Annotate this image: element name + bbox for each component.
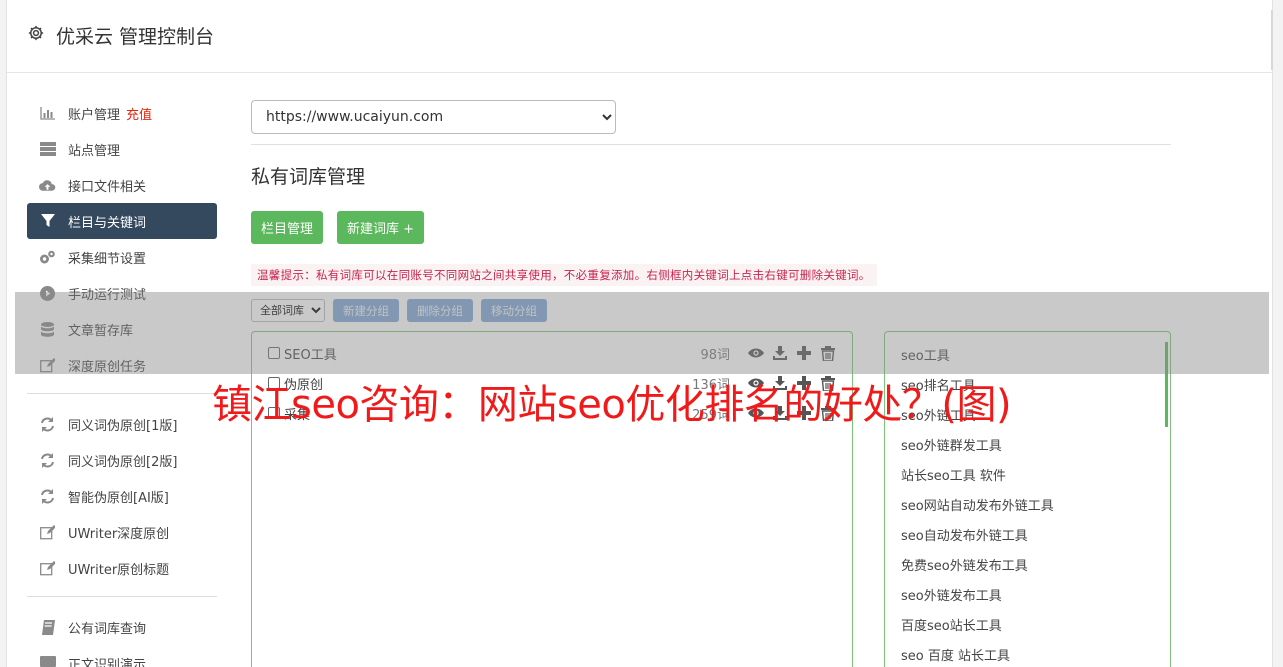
gear-icon [28,25,44,41]
sidebar-item-interface-files[interactable]: 接口文件相关 [27,167,217,203]
sidebar-item-label: UWriter深度原创 [68,526,170,542]
sidebar-item-uwriter-deep[interactable]: UWriter深度原创 [27,514,217,550]
sidebar-item-label: 账户管理 [68,107,121,123]
keyword-item[interactable]: seo外链发布工具 [885,582,1170,612]
edit-icon [39,560,56,577]
sidebar-item-uwriter-title[interactable]: UWriter原创标题 [27,550,217,586]
sidebar-item-label: 同义词伪原创[1版] [68,418,178,434]
monitor-icon [39,655,56,667]
column-manage-button[interactable]: 栏目管理 [251,211,324,244]
bar-chart-icon [39,105,56,122]
sidebar-divider [27,596,217,597]
sidebar-item-text-recognition[interactable]: 正文识别演示 [27,645,217,667]
window-edge [1271,10,1273,70]
sidebar-item-label: 接口文件相关 [68,179,147,195]
keyword-item[interactable]: seo 百度 站长工具 [885,642,1170,667]
overlay-banner [15,292,1269,374]
divider [251,144,1171,145]
refresh-icon [39,452,56,469]
sidebar-item-label: UWriter原创标题 [68,562,170,578]
sidebar-item-collect-settings[interactable]: 采集细节设置 [27,239,217,275]
new-library-button[interactable]: 新建词库 + [337,211,425,244]
main-content: https://www.ucaiyun.com 私有词库管理 栏目管理 新建词库… [251,100,1171,667]
book-icon [39,619,56,636]
sidebar-item-synonym-v1[interactable]: 同义词伪原创[1版] [27,406,217,442]
edit-icon [39,524,56,541]
cogs-icon [39,249,56,266]
sidebar-item-label: 正文识别演示 [68,657,147,667]
action-buttons: 栏目管理 新建词库 + [251,211,1171,244]
server-icon [39,141,56,158]
keyword-item[interactable]: seo外链群发工具 [885,432,1170,462]
sidebar-item-label: 采集细节设置 [68,251,147,267]
sidebar-item-public-lib[interactable]: 公有词库查询 [27,609,217,645]
filter-icon [39,213,56,230]
cloud-upload-icon [39,177,56,194]
sidebar-item-label: 站点管理 [68,143,121,159]
overlay-headline: 镇江seo咨询：网站seo优化排名的好处？(图) [212,382,1012,428]
sidebar-item-synonym-v2[interactable]: 同义词伪原创[2版] [27,442,217,478]
sidebar-item-sites[interactable]: 站点管理 [27,131,217,167]
app-title: 优采云 管理控制台 [56,26,215,48]
recharge-link[interactable]: 充值 [126,104,152,123]
site-select[interactable]: https://www.ucaiyun.com [251,100,616,134]
refresh-icon [39,416,56,433]
sidebar-item-columns-keywords[interactable]: 栏目与关键词 [27,203,217,239]
keyword-item[interactable]: seo自动发布外链工具 [885,522,1170,552]
sidebar-item-ai-rewrite[interactable]: 智能伪原创[AI版] [27,478,217,514]
sidebar-divider [27,393,217,394]
tip-message: 温馨提示：私有词库可以在同账号不同网站之间共享使用，不必重复添加。右侧框内关键词… [251,264,877,286]
sidebar-item-label: 智能伪原创[AI版] [68,490,169,506]
keyword-item[interactable]: seo网站自动发布外链工具 [885,492,1170,522]
sidebar-item-label: 同义词伪原创[2版] [68,454,178,470]
keyword-item[interactable]: 百度seo站长工具 [885,612,1170,642]
keyword-item[interactable]: 免费seo外链发布工具 [885,552,1170,582]
keyword-item[interactable]: 站长seo工具 软件 [885,462,1170,492]
refresh-icon [39,488,56,505]
page-title: 私有词库管理 [251,166,366,188]
sidebar-item-account[interactable]: 账户管理 充值 [27,95,217,131]
sidebar: 账户管理 充值 站点管理 接口文件相关 栏目与关键词 采集细节设置 手动运行测试… [27,95,217,667]
top-bar: 优采云 管理控制台 [7,0,1273,73]
sidebar-item-label: 公有词库查询 [68,621,147,637]
sidebar-item-label: 栏目与关键词 [68,215,147,231]
